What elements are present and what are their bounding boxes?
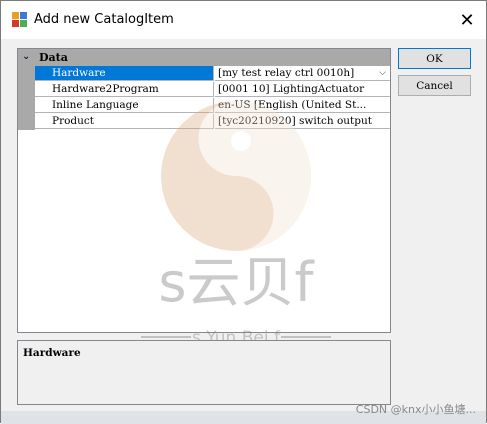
property-value[interactable]: [0001 10] LightingActuator — [215, 82, 390, 97]
property-row-inline-language[interactable]: Inline Language en-US [English (United S… — [35, 98, 390, 114]
property-value[interactable]: [tyc20210920] switch output — [215, 114, 390, 129]
property-row-product[interactable]: Product [tyc20210920] switch output — [35, 114, 390, 130]
property-row-hardware[interactable]: Hardware [my test relay ctrl 0010h] ⌵ — [35, 66, 390, 82]
credit-text: CSDN @knx小小鱼塘... — [355, 403, 476, 416]
property-name: Inline Language — [35, 98, 214, 113]
chevron-down-icon[interactable]: ⌄ — [22, 51, 30, 62]
description-title: Hardware — [23, 347, 81, 359]
grid-left-margin — [18, 66, 35, 130]
cancel-button[interactable]: Cancel — [398, 75, 471, 96]
window-title: Add new CatalogItem — [34, 12, 174, 27]
title-bar: Add new CatalogItem ✕ — [1, 1, 486, 39]
property-name: Hardware — [35, 66, 214, 81]
ok-button[interactable]: OK — [398, 48, 471, 69]
property-name: Product — [35, 114, 214, 129]
property-row-hardware2program[interactable]: Hardware2Program [0001 10] LightingActua… — [35, 82, 390, 98]
dialog-window: Add new CatalogItem ✕ ⌄ Data Hardware [m… — [0, 0, 487, 424]
property-name: Hardware2Program — [35, 82, 214, 97]
dropdown-arrow-icon[interactable]: ⌵ — [375, 66, 390, 80]
property-value[interactable]: [my test relay ctrl 0010h] ⌵ — [215, 66, 390, 81]
close-button[interactable]: ✕ — [449, 5, 485, 35]
property-value-text: [my test relay ctrl 0010h] — [218, 67, 355, 79]
category-label: Data — [39, 51, 68, 64]
description-panel: Hardware — [17, 340, 391, 405]
property-grid[interactable]: ⌄ Data Hardware [my test relay ctrl 0010… — [17, 48, 391, 333]
close-icon: ✕ — [459, 9, 475, 31]
property-value[interactable]: en-US [English (United St... — [215, 98, 390, 113]
app-icon — [12, 12, 27, 27]
category-row[interactable]: ⌄ Data — [18, 49, 390, 66]
